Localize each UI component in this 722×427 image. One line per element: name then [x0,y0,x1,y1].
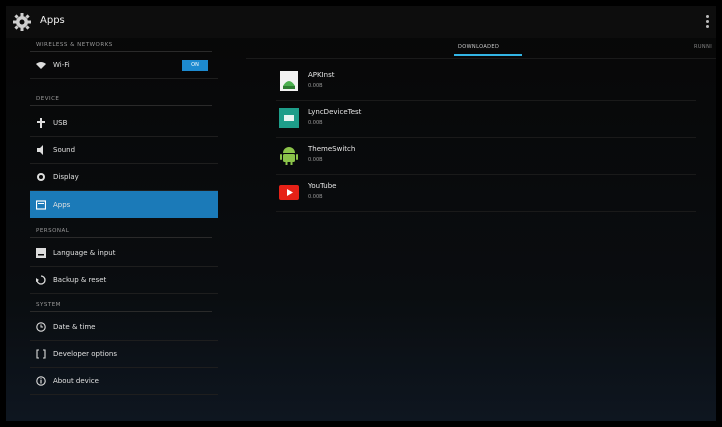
sidebar-item-language[interactable]: Language & input [30,240,218,267]
app-name: YouTube [308,182,337,190]
youtube-app-icon [279,185,299,200]
sound-icon [36,145,46,155]
sidebar-item-label: USB [53,119,68,127]
clock-icon [36,322,46,332]
sidebar-item-wifi[interactable]: Wi-Fi ON [30,52,218,79]
apps-tab-bar: DOWNLOADED RUNNI [246,38,716,59]
app-name: ThemeSwitch [308,145,356,153]
sidebar-item-sound[interactable]: Sound [30,137,218,164]
sidebar-item-label: Developer options [53,350,118,358]
sidebar-item-apps[interactable]: Apps [30,191,218,218]
tab-downloaded[interactable]: DOWNLOADED [458,44,499,50]
sidebar-item-backup[interactable]: Backup & reset [30,267,218,294]
section-header-system: SYSTEM [30,298,212,312]
sidebar-item-label: Backup & reset [53,276,107,284]
sidebar-item-about-device[interactable]: About device [30,368,218,395]
usb-icon [36,118,46,128]
action-bar: Apps [6,6,716,38]
section-header-wireless: WIRELESS & NETWORKS [30,38,212,52]
sidebar-item-label: Date & time [53,323,96,331]
backup-restore-icon [36,275,46,285]
info-icon [36,376,46,386]
app-row-apkinst[interactable]: APKInst 0.00B [276,64,696,101]
apk-installer-app-icon [280,71,298,91]
display-brightness-icon [36,172,46,182]
app-row-youtube[interactable]: YouTube 0.00B [276,175,696,212]
section-header-personal: PERSONAL [30,224,212,238]
app-row-lyncdevicetest[interactable]: LyncDeviceTest 0.00B [276,101,696,138]
overflow-menu-icon[interactable] [706,15,710,29]
lync-device-test-app-icon [279,108,299,128]
code-braces-icon [36,349,46,359]
sidebar-item-label: Apps [53,200,71,209]
wifi-toggle[interactable]: ON [182,60,208,71]
android-robot-app-icon [280,147,298,165]
sidebar-item-label: Sound [53,146,76,154]
sidebar-item-usb[interactable]: USB [30,110,218,137]
tab-selected-indicator [454,54,522,56]
wifi-icon [36,60,46,70]
app-row-themeswitch[interactable]: ThemeSwitch 0.00B [276,138,696,175]
settings-sidebar: WIRELESS & NETWORKS Wi-Fi ON DEVICE USB … [30,38,218,398]
app-size: 0.00B [308,194,323,200]
apps-icon [36,199,46,210]
tab-running[interactable]: RUNNI [694,44,712,50]
sidebar-item-label: About device [53,377,99,385]
app-name: APKInst [308,71,335,79]
sidebar-item-label: Language & input [53,249,116,257]
sidebar-item-developer-options[interactable]: Developer options [30,341,218,368]
app-name: LyncDeviceTest [308,108,362,116]
sidebar-item-label: Wi-Fi [53,61,70,69]
section-header-device: DEVICE [30,92,212,106]
settings-gear-icon[interactable] [12,12,32,32]
keyboard-icon [36,248,46,258]
page-title: Apps [40,15,65,26]
app-size: 0.00B [308,120,323,126]
sidebar-item-display[interactable]: Display [30,164,218,191]
sidebar-item-date-time[interactable]: Date & time [30,314,218,341]
device-screen: Apps WIRELESS & NETWORKS Wi-Fi ON DEVICE… [6,6,716,421]
app-size: 0.00B [308,83,323,89]
app-size: 0.00B [308,157,323,163]
sidebar-item-label: Display [53,173,79,181]
